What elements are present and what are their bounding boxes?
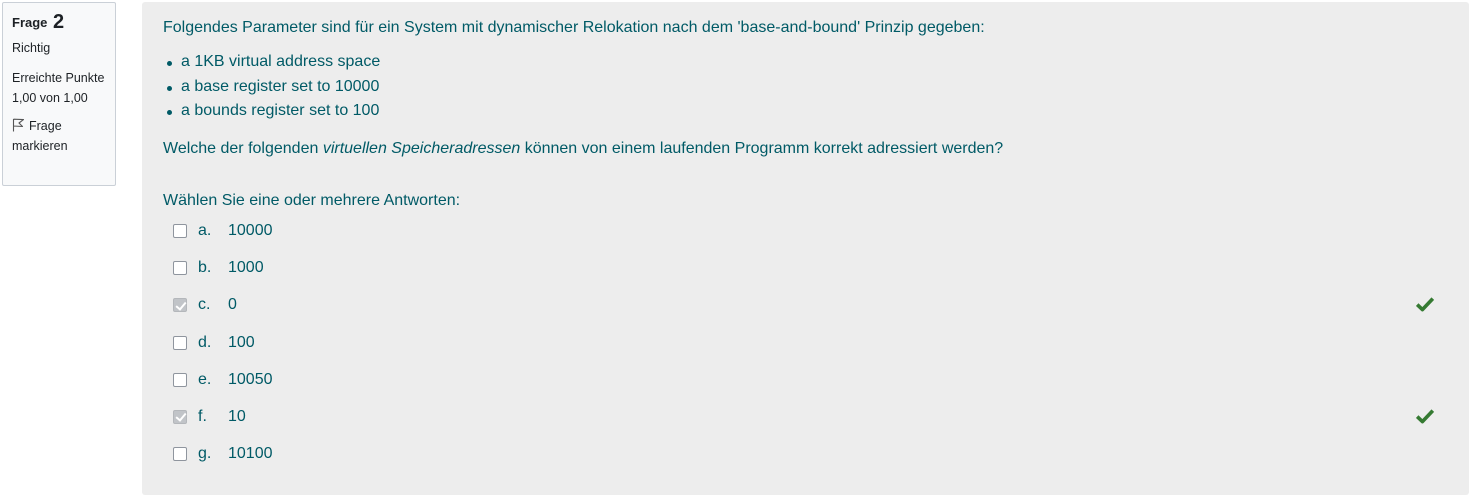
answer-checkbox-checked[interactable] <box>173 298 187 313</box>
checkmark-icon <box>1416 297 1434 312</box>
checkmark-icon <box>1416 409 1434 424</box>
answer-option-f[interactable]: f. 10 <box>163 407 1453 444</box>
question-label: Frage <box>12 15 48 30</box>
answer-option-c[interactable]: c. 0 <box>163 295 1453 332</box>
parameter-item: a bounds register set to 100 <box>163 99 1443 124</box>
answer-value: 10 <box>228 407 246 425</box>
parameter-item: a base register set to 10000 <box>163 75 1443 100</box>
answer-option-a[interactable]: a. 10000 <box>163 221 1453 258</box>
answer-letter: a. <box>198 222 212 239</box>
answer-letter: b. <box>198 259 212 277</box>
question-number: Frage 2 <box>12 11 107 34</box>
answer-checkbox[interactable] <box>173 335 187 350</box>
question-content: Folgendes Parameter sind für ein System … <box>142 2 1469 495</box>
question-grade: Erreichte Punkte 1,00 von 1,00 <box>12 71 105 105</box>
question-intro: Folgendes Parameter sind für ein System … <box>163 19 985 36</box>
answer-value: 0 <box>228 296 237 314</box>
answer-letter: d. <box>198 333 212 351</box>
answer-option-b[interactable]: b. 1000 <box>163 258 1453 295</box>
answer-prompt: Wählen Sie eine oder mehrere Antworten: <box>163 192 461 209</box>
bullet-icon <box>167 85 172 91</box>
answer-checkbox-checked[interactable] <box>173 409 187 424</box>
answer-options: a. 10000 b. 1000 c. 0 d. 100 e. 10050 f.… <box>163 221 1453 481</box>
parameter-item: a 1KB virtual address space <box>163 50 1443 75</box>
answer-option-e[interactable]: e. 10050 <box>163 370 1453 407</box>
answer-checkbox[interactable] <box>173 224 187 238</box>
answer-value: 10050 <box>228 370 273 388</box>
answer-checkbox[interactable] <box>173 261 187 276</box>
answer-letter: c. <box>198 296 211 314</box>
question-number-value: 2 <box>53 11 65 33</box>
answer-checkbox[interactable] <box>173 447 187 462</box>
bullet-icon <box>167 110 172 115</box>
question-emphasis: virtuellen Speicheradressen <box>322 139 521 157</box>
bullet-icon <box>167 61 172 66</box>
answer-letter: g. <box>198 445 212 463</box>
answer-value: 10100 <box>228 445 273 463</box>
question-sentence: Welche der folgenden virtuellen Speicher… <box>163 139 1004 157</box>
answer-value: 100 <box>228 333 255 351</box>
question-text: Folgendes Parameter sind für ein System … <box>163 17 1443 160</box>
question-state: Richtig <box>12 41 51 55</box>
parameter-list: a 1KB virtual address space a base regis… <box>163 50 1443 124</box>
answer-letter: f. <box>198 407 207 425</box>
flag-question-link[interactable]: Frage markieren <box>12 116 107 156</box>
flag-outline-icon <box>12 118 25 132</box>
answer-checkbox[interactable] <box>173 372 187 387</box>
answer-option-d[interactable]: d. 100 <box>163 333 1453 370</box>
answer-value: 10000 <box>228 222 273 239</box>
answer-value: 1000 <box>228 259 264 277</box>
question-info-panel: Frage 2 Richtig Erreichte Punkte 1,00 vo… <box>2 2 116 186</box>
answer-option-g[interactable]: g. 10100 <box>163 444 1453 481</box>
answer-letter: e. <box>198 370 212 388</box>
